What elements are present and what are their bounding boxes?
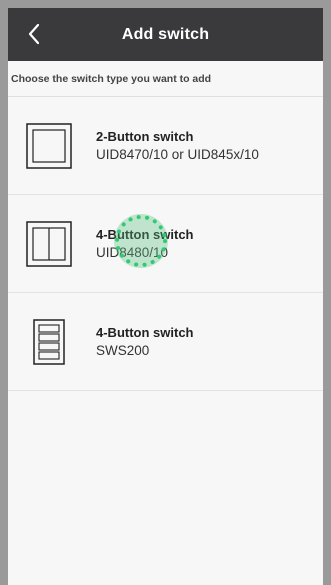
switch-type-list: 2-Button switch UID8470/10 or UID845x/10… [8, 97, 323, 391]
chevron-left-icon [28, 23, 40, 45]
switch-model: UID8470/10 or UID845x/10 [96, 147, 259, 162]
switch-model: SWS200 [96, 343, 150, 358]
switch-option-2-button[interactable]: 2-Button switch UID8470/10 or UID845x/10 [8, 97, 323, 195]
switch-option-4-button-sws200[interactable]: 4-Button switch SWS200 [8, 293, 323, 391]
2-button-switch-icon [26, 122, 72, 169]
app-screen: Add switch Choose the switch type you wa… [8, 8, 323, 585]
page-title: Add switch [121, 25, 210, 43]
back-button[interactable] [22, 20, 46, 48]
touch-indicator [114, 214, 168, 268]
4-button-vertical-switch-icon [26, 318, 72, 365]
instruction-text: Choose the switch type you want to add [8, 61, 323, 97]
switch-name: 2-Button switch [96, 129, 194, 144]
4-button-switch-icon [26, 220, 72, 267]
switch-option-4-button[interactable]: 4-Button switch UID8480/10 [8, 195, 323, 293]
switch-name: 4-Button switch [96, 325, 194, 340]
top-bar: Add switch [8, 8, 323, 61]
